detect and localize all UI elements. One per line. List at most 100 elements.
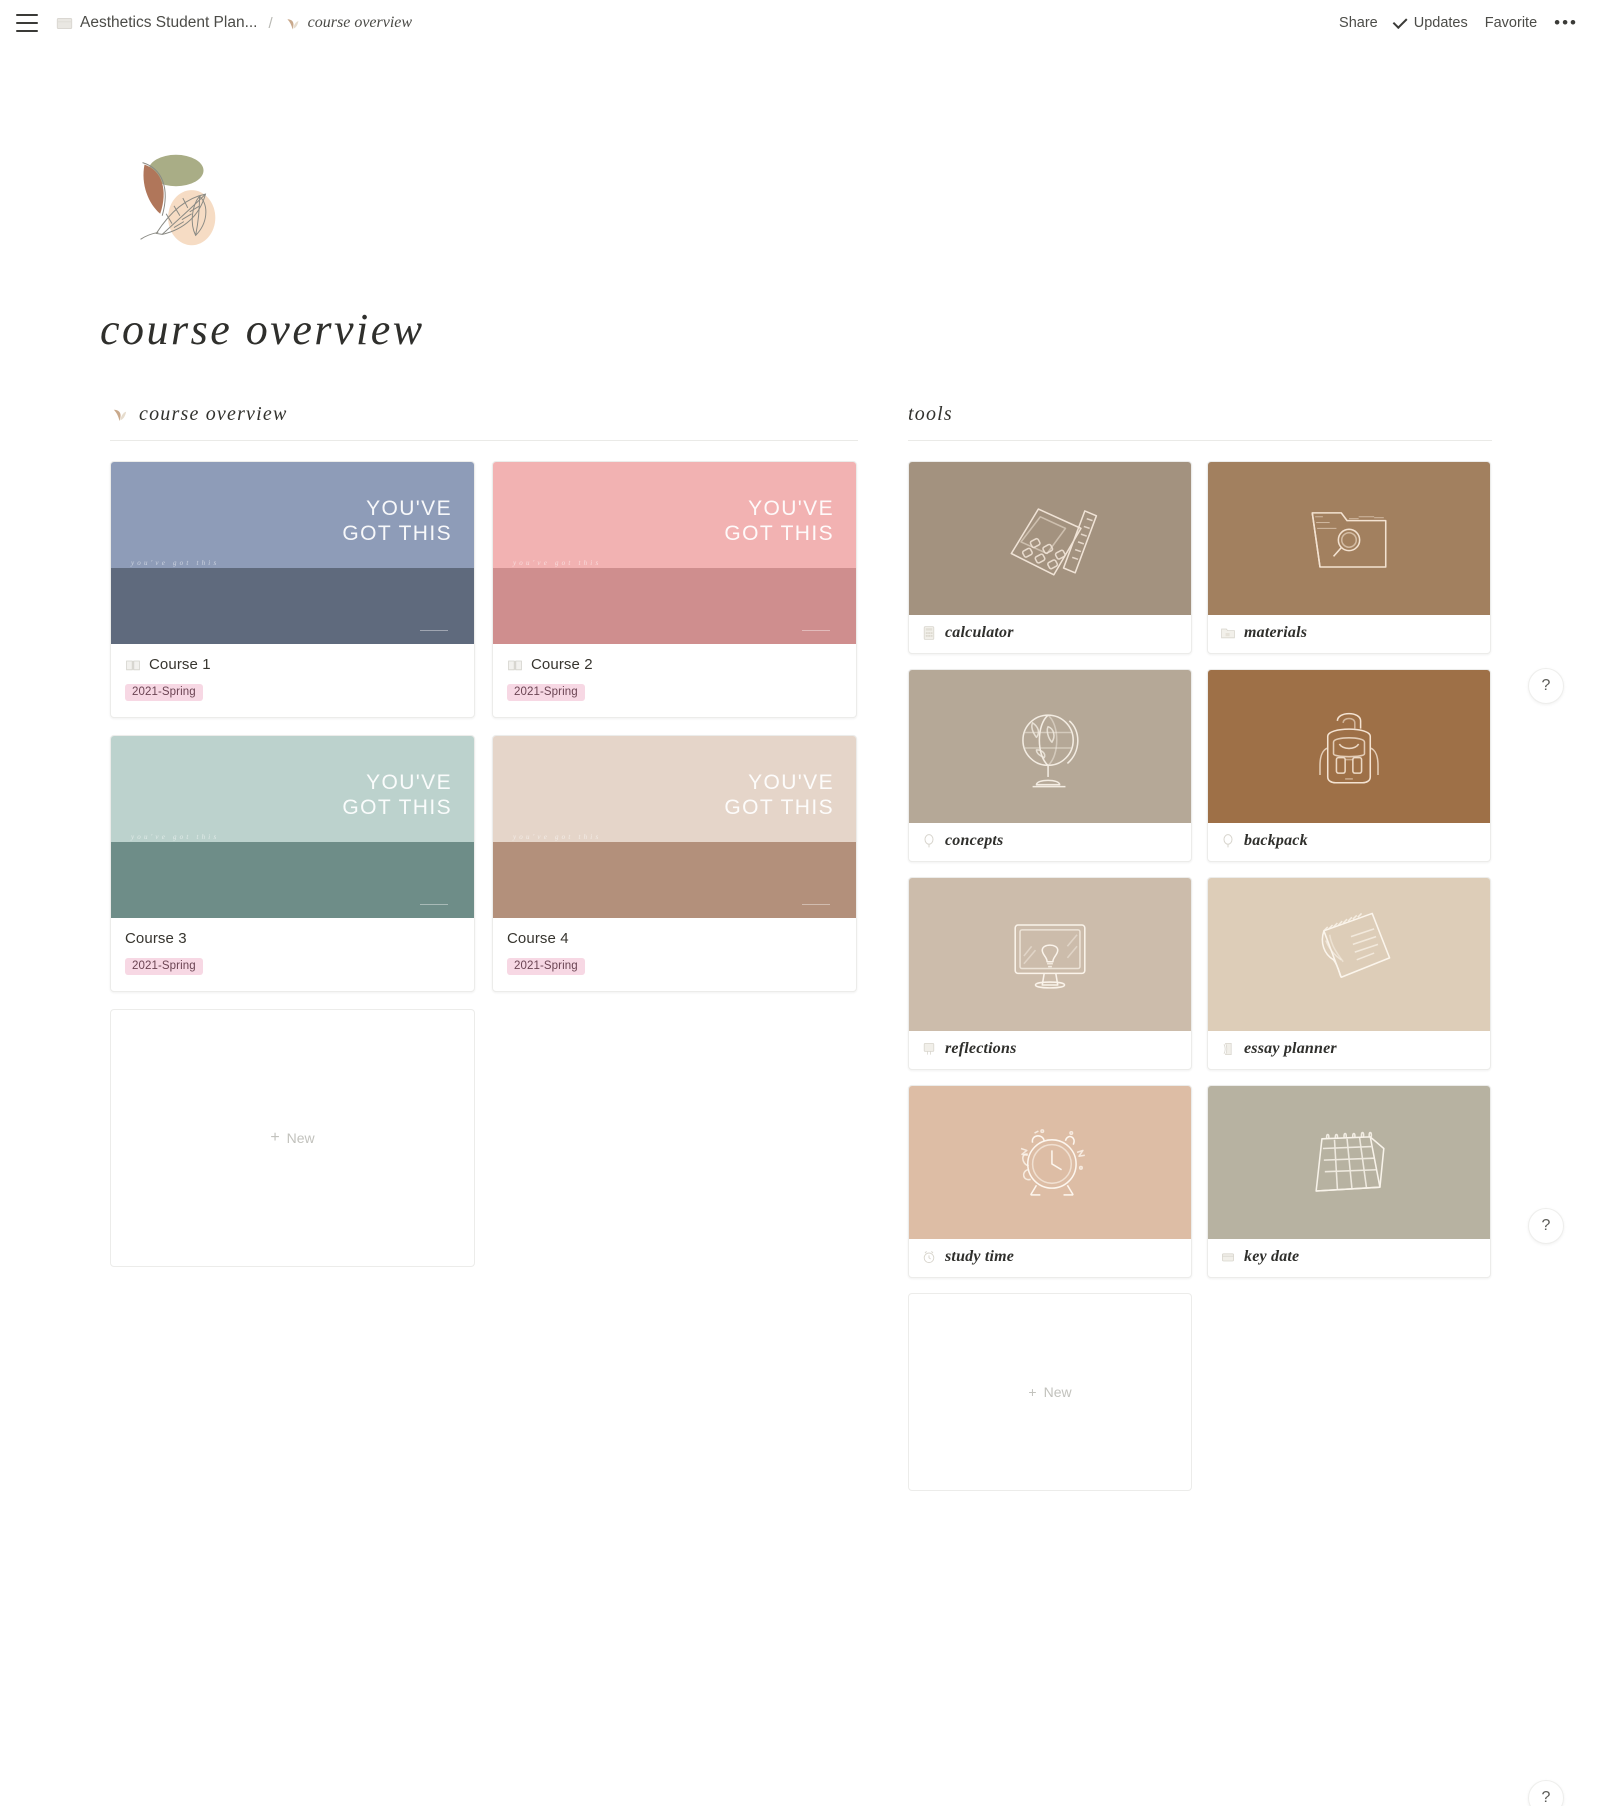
tool-cover — [1208, 670, 1490, 823]
cover-headline: YOU'VE GOT THIS — [724, 496, 834, 546]
cover-headline-line2: GOT THIS — [342, 796, 452, 819]
course-card[interactable]: YOU'VE GOT THIS you've got this Course 3… — [110, 735, 475, 992]
courses-section-title: course overview — [139, 403, 288, 425]
course-card[interactable]: YOU'VE GOT THIS you've got this — [492, 461, 857, 718]
course-cover: YOU'VE GOT THIS you've got this — [111, 736, 474, 918]
flip-notebook-art — [1321, 912, 1391, 978]
plus-icon: + — [1028, 1384, 1037, 1400]
alarm-clock-icon — [923, 1251, 935, 1264]
cover-headline-line1: YOU'VE — [748, 771, 834, 794]
tool-cover — [909, 462, 1191, 615]
cover-headline: YOU'VE GOT THIS — [342, 770, 452, 820]
tool-card-body: key date — [1208, 1239, 1490, 1277]
updates-label: Updates — [1413, 15, 1468, 31]
calculator-ruler-art — [1010, 507, 1098, 576]
help-button[interactable]: ? — [1528, 1780, 1564, 1806]
tools-gallery: calculator materials concepts backpack r… — [908, 461, 1492, 1491]
botanical-leaves-icon[interactable] — [115, 141, 233, 259]
topbar-actions: Share Updates Favorite ••• — [1339, 14, 1578, 31]
page-title: course overview — [100, 305, 425, 354]
new-course-label: New — [286, 1130, 315, 1146]
tool-cover — [909, 1086, 1191, 1239]
course-card-title: Course 2 — [531, 656, 593, 673]
help-button[interactable]: ? — [1528, 1208, 1564, 1244]
tool-card-body: materials — [1208, 615, 1490, 653]
leaf-sprout-icon — [113, 409, 127, 422]
cover-subtext: you've got this — [131, 833, 220, 841]
tool-cover — [1208, 1086, 1490, 1239]
course-cover: YOU'VE GOT THIS you've got this — [111, 462, 474, 644]
tool-card-body: backpack — [1208, 823, 1490, 861]
courses-gallery: YOU'VE GOT THIS you've got this Course 1… — [110, 461, 858, 1267]
balloon-icon — [1223, 834, 1233, 848]
tool-card[interactable]: reflections — [908, 877, 1192, 1070]
tool-card[interactable]: essay planner — [1207, 877, 1491, 1070]
favorite-button[interactable]: Favorite — [1485, 15, 1537, 31]
tool-card[interactable]: key date — [1207, 1085, 1491, 1278]
course-term-tag: 2021-Spring — [125, 684, 203, 701]
tool-card[interactable]: backpack — [1207, 669, 1491, 862]
tool-card-body: essay planner — [1208, 1031, 1490, 1069]
new-tool-label: New — [1043, 1384, 1072, 1400]
open-book-icon — [508, 660, 522, 670]
course-card[interactable]: YOU'VE GOT THIS you've got this Course 4… — [492, 735, 857, 992]
course-term-tag: 2021-Spring — [125, 958, 203, 975]
tool-card-body: calculator — [909, 615, 1191, 653]
course-card-title: Course 4 — [507, 930, 569, 947]
course-card-body: Course 1 2021-Spring — [111, 644, 474, 717]
course-card-body: Course 4 2021-Spring — [493, 918, 856, 991]
cover-headline-line1: YOU'VE — [748, 497, 834, 520]
breadcrumb-current[interactable]: course overview — [284, 14, 412, 32]
help-button[interactable]: ? — [1528, 668, 1564, 704]
new-course-button[interactable]: + New — [110, 1009, 475, 1267]
check-icon — [1392, 14, 1408, 30]
cover-headline-line2: GOT THIS — [724, 522, 834, 545]
cover-bottom-band — [493, 842, 856, 918]
share-button[interactable]: Share — [1339, 15, 1378, 31]
two-column-layout: course overview YOU'VE GOT THIS you've g… — [0, 403, 1600, 1491]
desk-calendar-art — [1315, 1131, 1385, 1192]
course-card-body: Course 2 2021-Spring — [493, 644, 856, 717]
cover-subtext: you've got this — [513, 833, 602, 841]
cover-bottom-band — [111, 568, 474, 644]
tool-card[interactable]: study time — [908, 1085, 1192, 1278]
tool-card-title: key date — [1244, 1248, 1300, 1265]
breadcrumb-parent-label: Aesthetics Student Plan... — [80, 14, 258, 31]
cover-dash — [802, 904, 830, 905]
cover-bottom-band — [111, 842, 474, 918]
more-options-icon[interactable]: ••• — [1554, 14, 1578, 31]
calculator-icon — [923, 626, 935, 640]
folder-icon — [1221, 628, 1235, 639]
cover-dash — [420, 630, 448, 631]
tool-card-body: concepts — [909, 823, 1191, 861]
tool-card-title: calculator — [945, 624, 1014, 641]
hamburger-menu-icon[interactable] — [16, 14, 38, 32]
tool-card[interactable]: materials — [1207, 461, 1491, 654]
updates-button[interactable]: Updates — [1392, 14, 1468, 31]
tool-cover — [1208, 878, 1490, 1031]
cover-headline: YOU'VE GOT THIS — [342, 496, 452, 546]
tool-card-title: concepts — [945, 832, 1004, 849]
tool-cover — [1208, 462, 1490, 615]
cover-headline-line2: GOT THIS — [724, 796, 834, 819]
tool-card-title: reflections — [945, 1040, 1017, 1057]
cover-headline-line1: YOU'VE — [366, 771, 452, 794]
new-tool-button[interactable]: + New — [908, 1293, 1192, 1491]
tool-card[interactable]: calculator — [908, 461, 1192, 654]
cover-headline-line1: YOU'VE — [366, 497, 452, 520]
course-card-title: Course 3 — [125, 930, 187, 947]
cover-bottom-band — [493, 568, 856, 644]
alarm-clock-art — [1020, 1128, 1085, 1196]
course-card[interactable]: YOU'VE GOT THIS you've got this — [110, 461, 475, 718]
course-card-title: Course 1 — [149, 656, 211, 673]
cover-subtext: you've got this — [131, 559, 220, 567]
backpack-art — [1319, 712, 1379, 784]
tool-card[interactable]: concepts — [908, 669, 1192, 862]
monitor-bulb-art — [1014, 923, 1086, 989]
courses-section-header: course overview — [110, 403, 858, 441]
course-cover: YOU'VE GOT THIS you've got this — [493, 462, 856, 644]
tool-cover — [909, 878, 1191, 1031]
cover-subtext: you've got this — [513, 559, 602, 567]
breadcrumb-parent[interactable]: Aesthetics Student Plan... — [56, 14, 258, 32]
tool-card-title: backpack — [1244, 832, 1308, 849]
